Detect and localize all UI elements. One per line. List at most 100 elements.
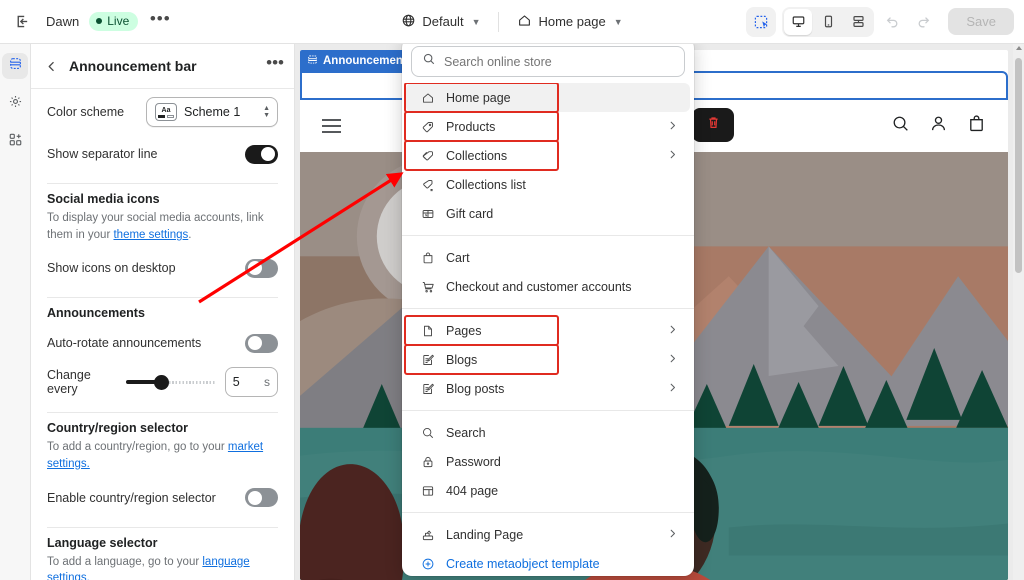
market-selector[interactable]: Default ▼ bbox=[393, 9, 488, 35]
menu-item-label: Collections bbox=[446, 148, 508, 163]
search-icon[interactable] bbox=[891, 114, 910, 138]
fullscreen-view-icon[interactable] bbox=[844, 9, 872, 35]
color-scheme-select[interactable]: Aa Scheme 1 ▲ ▼ bbox=[146, 97, 278, 127]
theme-more-button[interactable]: ••• bbox=[146, 8, 174, 36]
device-view-group bbox=[782, 6, 875, 37]
menu-item-home-page[interactable]: Home page bbox=[404, 83, 690, 113]
color-swatch-bars bbox=[158, 114, 174, 118]
chevron-right-icon bbox=[667, 528, 678, 542]
country-desc-text: To add a country/region, go to your bbox=[47, 441, 228, 454]
theme-settings-link[interactable]: theme settings bbox=[113, 229, 188, 241]
social-desktop-row: Show icons on desktop bbox=[47, 249, 278, 287]
exit-icon[interactable] bbox=[8, 8, 36, 36]
menu-item-label: Products bbox=[446, 119, 496, 134]
top-bar: Dawn Live ••• Default ▼ Home page ▼ Save bbox=[0, 0, 1024, 44]
divider bbox=[47, 526, 278, 528]
social-desktop-toggle[interactable] bbox=[245, 258, 278, 278]
menu-item-blog-posts[interactable]: Blog posts bbox=[406, 374, 690, 403]
separator-line-label: Show separator line bbox=[47, 147, 158, 161]
page-selector[interactable]: Home page ▼ bbox=[509, 9, 630, 35]
country-toggle-label: Enable country/region selector bbox=[47, 490, 216, 505]
menu-divider bbox=[402, 410, 694, 411]
menu-list: Home page Products Collections Collections … bbox=[402, 83, 694, 576]
divider bbox=[47, 297, 278, 299]
menu-item-pages[interactable]: Pages bbox=[404, 315, 690, 346]
menu-item-collections[interactable]: Collections bbox=[404, 140, 690, 171]
menu-item-label: Search bbox=[446, 425, 486, 440]
delete-section-tooltip[interactable] bbox=[692, 108, 734, 142]
page-icon bbox=[420, 324, 436, 338]
status-badge: Live bbox=[89, 12, 139, 31]
page-selector-label: Home page bbox=[538, 14, 606, 29]
autorotate-toggle[interactable] bbox=[245, 333, 278, 353]
left-rail bbox=[0, 44, 31, 580]
rail-item-settings[interactable] bbox=[2, 91, 28, 117]
menu-item-label: Home page bbox=[446, 90, 511, 105]
menu-item-products[interactable]: Products bbox=[404, 111, 690, 142]
menu-item-label: Blog posts bbox=[446, 381, 505, 396]
menu-item-cart[interactable]: Cart bbox=[406, 243, 690, 272]
save-button[interactable]: Save bbox=[948, 8, 1014, 35]
mobile-view-icon[interactable] bbox=[814, 9, 842, 35]
menu-item-create-metaobject-template[interactable]: Create metaobject template bbox=[406, 549, 690, 576]
live-dot-icon bbox=[96, 18, 103, 24]
change-every-value: 5 bbox=[232, 375, 240, 390]
change-every-label: Change every bbox=[47, 368, 91, 397]
gift-card-icon bbox=[420, 207, 436, 221]
rail-item-apps[interactable] bbox=[2, 129, 28, 155]
blog-edit-icon bbox=[420, 353, 436, 367]
menu-item-gift-card[interactable]: Gift card bbox=[406, 199, 690, 228]
sidebar-more-button[interactable]: ••• bbox=[266, 54, 284, 72]
collections-list-icon bbox=[420, 178, 436, 192]
cart-icon[interactable] bbox=[967, 114, 986, 138]
announcements-heading: Announcements bbox=[47, 306, 145, 321]
preview-scrollbar[interactable] bbox=[1013, 44, 1024, 580]
menu-item-blogs[interactable]: Blogs bbox=[404, 344, 690, 375]
account-icon[interactable] bbox=[929, 114, 948, 138]
menu-item-404-page[interactable]: 404 page bbox=[406, 476, 690, 505]
top-bar-center: Default ▼ Home page ▼ bbox=[302, 9, 722, 35]
status-badge-label: Live bbox=[107, 14, 130, 28]
chevron-down-icon: ▼ bbox=[613, 16, 623, 27]
top-bar-right: Save bbox=[746, 6, 1014, 37]
chevron-down-icon: ▼ bbox=[471, 16, 481, 27]
social-desc-tail: . bbox=[188, 228, 192, 241]
settings-sidebar: Announcement bar ••• Color scheme Aa Sch… bbox=[31, 44, 295, 580]
change-every-slider[interactable] bbox=[126, 374, 215, 390]
scroll-up-icon[interactable] bbox=[1015, 46, 1022, 50]
blog-edit-icon bbox=[420, 382, 436, 396]
country-toggle-row: Enable country/region selector bbox=[47, 479, 278, 517]
menu-item-search[interactable]: Search bbox=[406, 418, 690, 447]
chevron-left-icon[interactable] bbox=[45, 60, 61, 73]
menu-item-label: 404 page bbox=[446, 483, 499, 498]
menu-search-box[interactable] bbox=[411, 46, 685, 77]
divider bbox=[47, 183, 278, 184]
product-tag-icon bbox=[420, 120, 436, 134]
page-selector-menu: Home page Products Collections Collections … bbox=[402, 38, 694, 576]
autorotate-label: Auto-rotate announcements bbox=[47, 336, 202, 351]
menu-item-landing-page[interactable]: Landing Page bbox=[406, 520, 690, 549]
cart-bag-icon bbox=[420, 251, 436, 265]
country-toggle[interactable] bbox=[245, 488, 278, 508]
page-title: Announcement bar bbox=[69, 58, 197, 74]
menu-item-label: Blogs bbox=[446, 352, 478, 367]
separator-line-toggle[interactable] bbox=[245, 144, 278, 164]
rail-item-sections[interactable] bbox=[2, 53, 28, 79]
theme-editor-app: Dawn Live ••• Default ▼ Home page ▼ Save… bbox=[0, 0, 1024, 580]
search-input[interactable] bbox=[444, 54, 674, 69]
checkout-cart-icon bbox=[420, 280, 436, 294]
select-tool-icon[interactable] bbox=[746, 6, 777, 37]
menu-item-password[interactable]: Password bbox=[406, 447, 690, 476]
redo-icon[interactable] bbox=[910, 8, 938, 36]
hamburger-menu-icon[interactable] bbox=[322, 119, 341, 133]
scrollbar-thumb[interactable] bbox=[1015, 58, 1022, 273]
menu-item-checkout-and-customer-accounts[interactable]: Checkout and customer accounts bbox=[406, 272, 690, 301]
menu-item-collections-list[interactable]: Collections list bbox=[406, 170, 690, 199]
desktop-view-icon[interactable] bbox=[784, 8, 813, 35]
menu-divider bbox=[402, 512, 694, 513]
home-icon bbox=[420, 91, 436, 105]
chevron-right-icon bbox=[667, 353, 678, 367]
undo-icon[interactable] bbox=[878, 8, 906, 36]
change-every-input[interactable]: 5 s bbox=[224, 367, 278, 398]
social-description: To display your social media accounts, l… bbox=[47, 210, 278, 243]
